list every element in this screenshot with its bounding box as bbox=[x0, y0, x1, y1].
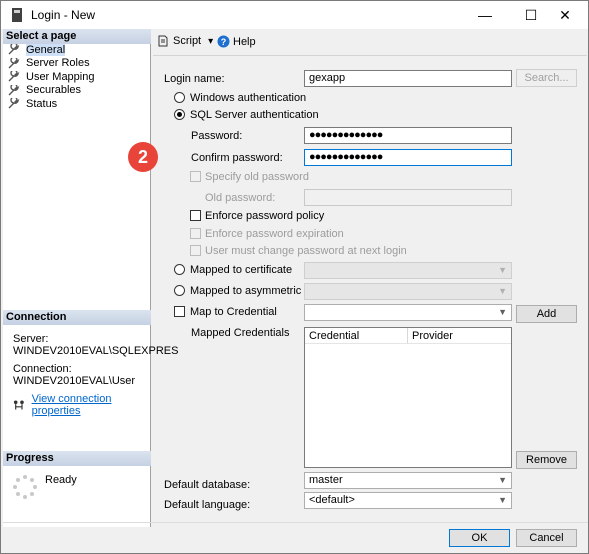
specify-old-password-checkbox[interactable] bbox=[190, 171, 201, 182]
confirm-password-label: Confirm password: bbox=[191, 152, 283, 164]
toolbar-divider bbox=[153, 55, 587, 56]
close-button[interactable]: ✕ bbox=[542, 1, 588, 29]
footer-divider bbox=[3, 522, 588, 523]
svg-text:?: ? bbox=[221, 37, 227, 47]
must-change-label: User must change password at next login bbox=[205, 245, 407, 257]
column-header-provider[interactable]: Provider bbox=[408, 328, 511, 344]
login-new-dialog: Login - New — ☐ ✕ Select a page General … bbox=[0, 0, 589, 554]
left-panel: Select a page General Server Roles User … bbox=[3, 29, 178, 527]
connection-properties-icon bbox=[13, 400, 24, 410]
chevron-down-icon: ▼ bbox=[498, 265, 507, 275]
server-label: Server: bbox=[13, 333, 49, 345]
progress-spinner-icon bbox=[13, 475, 37, 499]
page-list: General Server Roles User Mapping Secura… bbox=[7, 43, 94, 111]
login-name-label: Login name: bbox=[164, 73, 225, 85]
windows-auth-label: Windows authentication bbox=[190, 92, 307, 104]
enforce-policy-checkbox[interactable] bbox=[190, 210, 201, 221]
old-password-label: Old password: bbox=[205, 192, 276, 204]
page-item-user-mapping[interactable]: User Mapping bbox=[7, 70, 94, 84]
mapped-asym-key-label: Mapped to asymmetric key bbox=[190, 285, 322, 297]
default-database-value: master bbox=[309, 474, 343, 486]
connection-header: Connection bbox=[3, 310, 151, 325]
help-button[interactable]: ? Help bbox=[217, 35, 256, 48]
page-item-server-roles[interactable]: Server Roles bbox=[7, 57, 94, 71]
help-label: Help bbox=[233, 35, 256, 48]
toolbar: Script ▾ ? Help bbox=[153, 31, 587, 53]
page-item-label: Securables bbox=[26, 84, 82, 97]
step-number-badge: 2 bbox=[128, 142, 158, 172]
select-page-header: Select a page bbox=[3, 29, 151, 44]
password-label: Password: bbox=[191, 130, 243, 142]
credential-combo[interactable]: ▼ bbox=[304, 304, 512, 321]
confirm-password-input[interactable]: ●●●●●●●●●●●●● bbox=[304, 149, 512, 166]
page-item-label: General bbox=[26, 43, 66, 56]
specify-old-password-label: Specify old password bbox=[205, 171, 309, 183]
help-icon: ? bbox=[217, 35, 230, 48]
minimize-button[interactable]: — bbox=[462, 1, 508, 29]
windows-auth-radio[interactable] bbox=[174, 92, 185, 103]
chevron-down-icon: ▼ bbox=[498, 495, 507, 505]
enforce-expiration-label: Enforce password expiration bbox=[205, 228, 344, 240]
map-credential-label: Map to Credential bbox=[190, 306, 277, 318]
default-language-label: Default language: bbox=[164, 499, 251, 511]
page-item-status[interactable]: Status bbox=[7, 97, 94, 111]
wrench-icon bbox=[8, 84, 20, 96]
server-value: WINDEV2010EVAL\SQLEXPRES bbox=[13, 345, 179, 357]
page-item-label: User Mapping bbox=[26, 70, 95, 83]
wrench-icon bbox=[8, 98, 20, 109]
enforce-policy-label: Enforce password policy bbox=[205, 210, 325, 222]
wrench-icon bbox=[8, 71, 20, 82]
wrench-icon bbox=[8, 57, 20, 69]
default-database-label: Default database: bbox=[164, 479, 251, 491]
mapped-credentials-label: Mapped Credentials bbox=[191, 327, 290, 339]
old-password-input[interactable] bbox=[304, 189, 512, 206]
window-title: Login - New bbox=[31, 8, 96, 22]
default-database-combo[interactable]: master ▼ bbox=[304, 472, 512, 489]
page-item-label: Server Roles bbox=[26, 57, 90, 70]
connection-value: WINDEV2010EVAL\User bbox=[13, 375, 136, 387]
connection-label: Connection: bbox=[13, 363, 72, 375]
view-connection-row: View connection properties bbox=[13, 393, 150, 417]
chevron-down-icon: ▼ bbox=[498, 475, 507, 485]
page-item-securables[interactable]: Securables bbox=[7, 84, 94, 98]
mapped-certificate-radio[interactable] bbox=[174, 264, 185, 275]
chevron-down-icon: ▼ bbox=[498, 286, 507, 296]
page-item-label: Status bbox=[26, 97, 58, 110]
certificate-combo[interactable]: ▼ bbox=[304, 262, 512, 279]
login-name-input[interactable]: gexapp bbox=[304, 70, 512, 87]
default-language-value: <default> bbox=[309, 494, 355, 506]
add-button[interactable]: Add bbox=[516, 305, 577, 323]
cancel-button[interactable]: Cancel bbox=[516, 529, 577, 547]
ssms-app-icon bbox=[12, 8, 22, 22]
enforce-expiration-checkbox[interactable] bbox=[190, 228, 201, 239]
search-button[interactable]: Search... bbox=[516, 69, 577, 87]
ok-button[interactable]: OK bbox=[449, 529, 510, 547]
sql-auth-radio[interactable] bbox=[174, 109, 185, 120]
default-language-combo[interactable]: <default> ▼ bbox=[304, 492, 512, 509]
wrench-icon bbox=[8, 44, 20, 55]
sql-auth-label: SQL Server authentication bbox=[190, 109, 319, 121]
chevron-down-icon: ▼ bbox=[498, 307, 507, 317]
script-label: Script bbox=[173, 35, 202, 47]
mapped-certificate-label: Mapped to certificate bbox=[190, 264, 293, 276]
view-connection-properties-link[interactable]: View connection properties bbox=[32, 393, 150, 417]
must-change-checkbox[interactable] bbox=[190, 245, 201, 256]
progress-header: Progress bbox=[3, 451, 151, 466]
script-button[interactable]: Script ▾ bbox=[157, 35, 213, 47]
mapped-asym-key-radio[interactable] bbox=[174, 285, 185, 296]
script-dropdown-arrow-icon[interactable]: ▾ bbox=[208, 36, 213, 47]
asym-key-combo[interactable]: ▼ bbox=[304, 283, 512, 300]
mapped-credentials-grid[interactable]: Credential Provider bbox=[304, 327, 512, 468]
map-credential-checkbox[interactable] bbox=[174, 306, 185, 317]
title-bar: Login - New — ☐ ✕ bbox=[1, 1, 588, 29]
page-item-general[interactable]: General bbox=[7, 43, 94, 57]
remove-button[interactable]: Remove bbox=[516, 451, 577, 469]
script-icon bbox=[158, 35, 168, 47]
progress-status: Ready bbox=[45, 474, 77, 486]
column-header-credential[interactable]: Credential bbox=[305, 328, 408, 344]
password-input[interactable]: ●●●●●●●●●●●●● bbox=[304, 127, 512, 144]
